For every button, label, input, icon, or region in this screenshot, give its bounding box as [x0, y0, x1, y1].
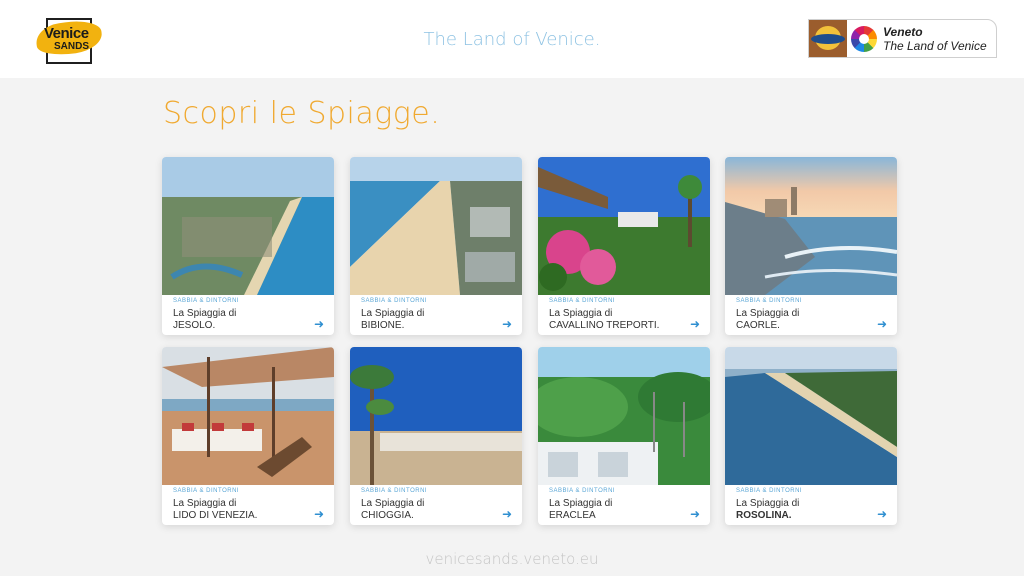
beach-photo [162, 347, 334, 485]
card-beach-name: CAORLE. [736, 320, 780, 331]
arrow-right-icon[interactable]: ➜ [690, 317, 700, 331]
arrow-right-icon[interactable]: ➜ [502, 507, 512, 521]
card-beach-name: ERACLEA [549, 510, 596, 521]
beach-card-jesolo[interactable]: SABBIA & DINTORNI La Spiaggia di JESOLO.… [162, 157, 334, 335]
card-beach-name: JESOLO. [173, 320, 216, 331]
beach-photo [538, 157, 710, 295]
beach-card-lido[interactable]: SABBIA & DINTORNI La Spiaggia di LIDO DI… [162, 347, 334, 525]
beach-photo [725, 347, 897, 485]
arrow-right-icon[interactable]: ➜ [690, 507, 700, 521]
badge-line1: Veneto [883, 25, 923, 39]
beach-card-caorle[interactable]: SABBIA & DINTORNI La Spiaggia di CAORLE.… [725, 157, 897, 335]
beach-photo [162, 157, 334, 295]
card-prefix: La Spiaggia di [173, 498, 237, 509]
beach-card-eraclea[interactable]: SABBIA & DINTORNI La Spiaggia di ERACLEA… [538, 347, 710, 525]
card-beach-name: BIBIONE. [361, 320, 405, 331]
card-prefix: La Spiaggia di [736, 308, 800, 319]
card-beach-name: CAVALLINO TREPORTI. [549, 320, 660, 331]
card-category: SABBIA & DINTORNI [173, 488, 240, 494]
card-prefix: La Spiaggia di [549, 498, 613, 509]
card-category: SABBIA & DINTORNI [549, 298, 616, 304]
header: Venice SANDS The Land of Venice. Veneto … [0, 0, 1024, 78]
card-beach-name: CHIOGGIA. [361, 510, 414, 521]
card-prefix: La Spiaggia di [549, 308, 613, 319]
beach-photo [350, 347, 522, 485]
card-beach-name: ROSOLINA. [736, 510, 792, 521]
beach-photo [725, 157, 897, 295]
badge-line2: The Land of Venice [883, 39, 987, 53]
beach-card-bibione[interactable]: SABBIA & DINTORNI La Spiaggia di BIBIONE… [350, 157, 522, 335]
card-category: SABBIA & DINTORNI [736, 298, 803, 304]
card-prefix: La Spiaggia di [173, 308, 237, 319]
footer-url[interactable]: venicesands.veneto.eu [0, 550, 1024, 568]
beach-card-chioggia[interactable]: SABBIA & DINTORNI La Spiaggia di CHIOGGI… [350, 347, 522, 525]
arrow-right-icon[interactable]: ➜ [502, 317, 512, 331]
card-beach-name: LIDO DI VENEZIA. [173, 510, 258, 521]
card-category: SABBIA & DINTORNI [173, 298, 240, 304]
card-prefix: La Spiaggia di [736, 498, 800, 509]
page-title: Scopri le Spiagge. [163, 96, 441, 131]
veneto-badge[interactable]: Veneto The Land of Venice [808, 19, 997, 58]
card-category: SABBIA & DINTORNI [549, 488, 616, 494]
arrow-right-icon[interactable]: ➜ [314, 317, 324, 331]
beach-card-rosolina[interactable]: SABBIA & DINTORNI La Spiaggia di ROSOLIN… [725, 347, 897, 525]
card-category: SABBIA & DINTORNI [361, 488, 428, 494]
card-prefix: La Spiaggia di [361, 308, 425, 319]
beach-card-cavallino[interactable]: SABBIA & DINTORNI La Spiaggia di CAVALLI… [538, 157, 710, 335]
lion-emblem-icon [809, 20, 847, 57]
beach-photo [350, 157, 522, 295]
card-prefix: La Spiaggia di [361, 498, 425, 509]
veneto-star-icon [851, 26, 877, 52]
arrow-right-icon[interactable]: ➜ [877, 317, 887, 331]
arrow-right-icon[interactable]: ➜ [877, 507, 887, 521]
card-category: SABBIA & DINTORNI [736, 488, 803, 494]
arrow-right-icon[interactable]: ➜ [314, 507, 324, 521]
card-category: SABBIA & DINTORNI [361, 298, 428, 304]
beach-photo [538, 347, 710, 485]
